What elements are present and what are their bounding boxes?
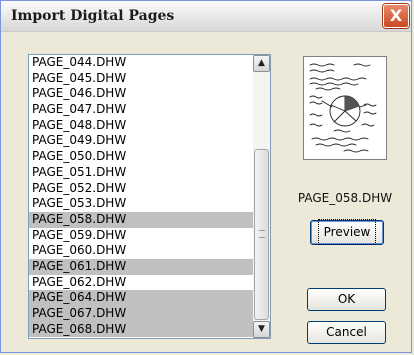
scroll-down-button[interactable]: ▼ [253,321,270,338]
page-list-items: PAGE_044.DHW PAGE_045.DHW PAGE_046.DHW PAGE… [29,55,255,338]
preview-button[interactable]: Preview [310,219,384,245]
handwritten-page-image [309,63,377,153]
list-item[interactable]: PAGE_051.DHW [29,165,255,181]
list-item[interactable]: PAGE_049.DHW [29,133,255,149]
ok-button-label: OK [337,292,356,306]
triangle-down-icon: ▼ [258,324,265,334]
list-item[interactable]: PAGE_047.DHW [29,102,255,118]
cancel-button[interactable]: Cancel [307,321,386,344]
cancel-button-label: Cancel [326,325,367,339]
ok-button[interactable]: OK [307,288,386,311]
vertical-scrollbar[interactable]: ▲ ▼ [253,55,270,338]
list-item[interactable]: PAGE_053.DHW [29,196,255,212]
title-bar[interactable]: Import Digital Pages X [1,1,411,32]
scroll-thumb[interactable] [254,149,269,320]
list-item[interactable]: PAGE_064.DHW [29,290,255,306]
import-dialog: Import Digital Pages X PAGE_044.DHW PAGE_… [0,0,412,353]
page-thumbnail [303,56,387,160]
list-item[interactable]: PAGE_062.DHW [29,275,255,291]
list-item[interactable]: PAGE_044.DHW [29,55,255,71]
list-item[interactable]: PAGE_068.DHW [29,321,255,338]
dialog-title: Import Digital Pages [11,8,175,24]
list-item[interactable]: PAGE_061.DHW [29,258,255,275]
scroll-up-button[interactable]: ▲ [253,55,270,72]
list-item[interactable]: PAGE_060.DHW [29,243,255,259]
triangle-up-icon: ▲ [258,58,265,68]
list-item[interactable]: PAGE_045.DHW [29,71,255,87]
list-item[interactable]: PAGE_048.DHW [29,118,255,134]
list-item[interactable]: PAGE_050.DHW [29,149,255,165]
list-item[interactable]: PAGE_046.DHW [29,86,255,102]
grip-icon [259,230,265,238]
list-item[interactable]: PAGE_052.DHW [29,181,255,197]
close-button[interactable]: X [383,4,409,28]
preview-filename: PAGE_058.DHW [297,191,393,205]
list-item[interactable]: PAGE_067.DHW [29,306,255,322]
list-item[interactable]: PAGE_058.DHW [29,211,255,228]
page-listbox[interactable]: PAGE_044.DHW PAGE_045.DHW PAGE_046.DHW PAGE… [28,54,271,339]
preview-button-label: Preview [317,219,377,245]
list-item[interactable]: PAGE_059.DHW [29,228,255,244]
